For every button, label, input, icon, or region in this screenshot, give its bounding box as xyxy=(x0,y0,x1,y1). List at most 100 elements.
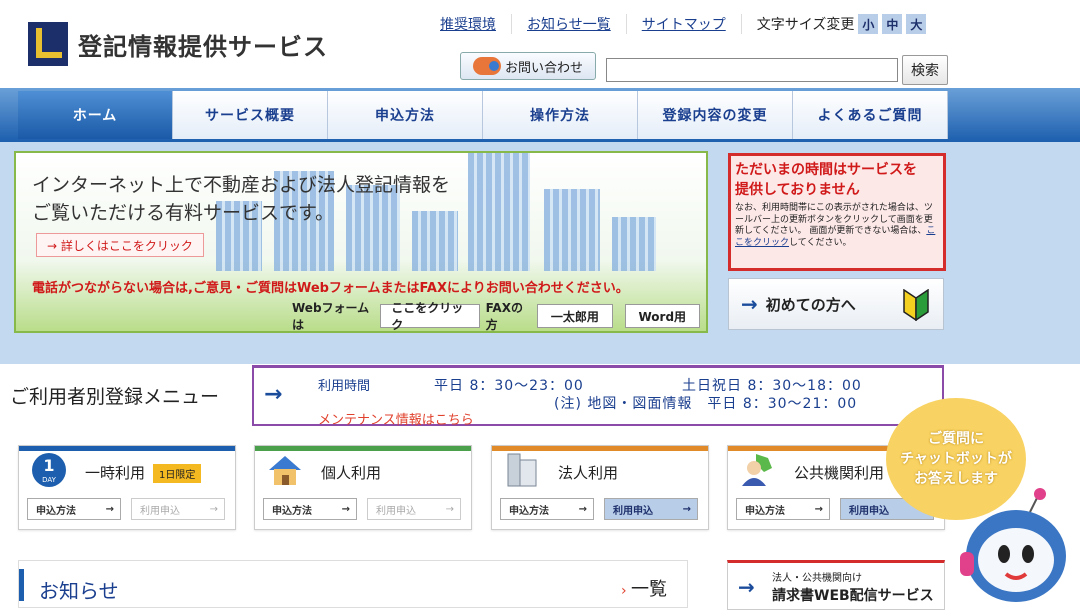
font-size-large-button[interactable]: 大 xyxy=(906,14,927,34)
card-title: 法人利用 xyxy=(558,464,619,482)
news-all-link[interactable]: 一覧 xyxy=(621,575,667,601)
service-status-alert: ただいまの時間はサービスを 提供しておりません なお、利用時間帯にこの表示がされ… xyxy=(728,153,946,271)
arrow-right-icon: → xyxy=(814,503,823,515)
hero-notice: 電話がつながらない場合は,ご意見・ご質問はWebフォームまたはFAXによりお問い… xyxy=(32,281,629,296)
fax-word-button[interactable]: Word用 xyxy=(624,304,701,328)
use-apply-label: 利用申込 xyxy=(140,505,180,517)
apply-method-label: 申込方法 xyxy=(272,505,312,517)
arrow-right-icon: → xyxy=(738,575,755,599)
hero-headline: インターネット上で不動産および法人登記情報を ご覧いただける有料サービスです。 xyxy=(32,174,451,224)
apply-method-label: 申込方法 xyxy=(509,505,549,517)
header: 登記情報提供サービス 推奨環境 お知らせ一覧 サイトマップ 文字サイズ変更 小 … xyxy=(0,0,1080,88)
service-hours-box: → 利用時間 平日 8：30～23：00 土日祝日 8：30～18：00 (注)… xyxy=(252,365,944,428)
status-note-tail: してください。 xyxy=(789,237,852,248)
font-size-switcher: 文字サイズ変更 小 中 大 xyxy=(757,14,927,34)
office-building-icon xyxy=(507,453,537,487)
arrow-right-icon: → xyxy=(209,503,218,515)
day-icon-number: 1 xyxy=(43,456,54,475)
main-nav: ホーム サービス概要 申込方法 操作方法 登録内容の変更 よくあるご質問 xyxy=(0,88,1080,142)
chatbot-robot-icon[interactable] xyxy=(960,482,1080,613)
user-card-personal: 個人利用 申込方法 → 利用申込 → xyxy=(254,445,472,530)
nav-tab-application[interactable]: 申込方法 xyxy=(328,91,483,139)
logo-mark-icon xyxy=(28,22,68,66)
hero-detail-link[interactable]: → 詳しくはここをクリック xyxy=(36,233,204,257)
building-illustration xyxy=(612,217,656,271)
arrow-right-icon: → xyxy=(682,503,691,515)
one-day-badge: 1日限定 xyxy=(153,464,202,483)
use-apply-button[interactable]: 利用申込 → xyxy=(604,498,698,520)
logo-text: 登記情報提供サービス xyxy=(78,32,328,61)
status-note: なお、利用時間帯にこの表示がされた場合は、ツールバー上の更新ボタンをクリックして… xyxy=(735,203,939,249)
card-title: 公共機関利用 xyxy=(794,464,885,482)
hero-banner: インターネット上で不動産および法人登記情報を ご覧いただける有料サービスです。 … xyxy=(14,151,708,333)
utility-links: 推奨環境 お知らせ一覧 サイトマップ 文字サイズ変更 小 中 大 xyxy=(425,14,927,34)
arrow-right-icon: → xyxy=(445,503,454,515)
news-title: お知らせ xyxy=(39,579,119,603)
apply-method-button[interactable]: 申込方法 → xyxy=(500,498,594,520)
font-size-medium-button[interactable]: 中 xyxy=(882,14,903,34)
fax-ichitaro-button[interactable]: 一太郎用 xyxy=(537,304,613,328)
webform-label: Webフォームは xyxy=(292,301,370,332)
apply-method-label: 申込方法 xyxy=(745,505,785,517)
font-size-label: 文字サイズ変更 xyxy=(756,17,855,33)
hours-holiday: 土日祝日 8：30～18：00 xyxy=(682,378,862,394)
one-day-icon: 1 DAY xyxy=(32,453,66,487)
apply-method-button[interactable]: 申込方法 → xyxy=(736,498,830,520)
nav-tab-service-overview[interactable]: サービス概要 xyxy=(173,91,328,139)
card-accent xyxy=(492,446,708,451)
day-icon-unit: DAY xyxy=(42,476,57,484)
recommended-env-link[interactable]: 推奨環境 xyxy=(425,14,512,34)
nav-tab-home[interactable]: ホーム xyxy=(18,91,173,139)
arrow-right-icon: → xyxy=(341,503,350,515)
use-apply-label: 利用申込 xyxy=(376,505,416,517)
site-logo[interactable]: 登記情報提供サービス xyxy=(28,22,328,66)
card-accent xyxy=(19,446,235,451)
news-accent-bar xyxy=(19,569,24,601)
apply-method-button[interactable]: 申込方法 → xyxy=(263,498,357,520)
arrow-right-icon: → xyxy=(105,503,114,515)
news-section: お知らせ 一覧 xyxy=(18,560,688,608)
beginner-mark-icon xyxy=(903,289,929,321)
arrow-right-icon: → xyxy=(264,382,283,407)
search-input[interactable] xyxy=(606,58,898,82)
nav-tab-registration-change[interactable]: 登録内容の変更 xyxy=(638,91,793,139)
use-apply-label: 利用申込 xyxy=(613,505,653,517)
invoice-web-service-button[interactable]: → 法人・公共機関向け 請求書WEB配信サービス xyxy=(727,560,945,610)
font-size-small-button[interactable]: 小 xyxy=(858,14,879,34)
card-title-text: 一時利用 xyxy=(85,464,146,482)
card-title: 個人利用 xyxy=(321,464,382,482)
phone-icon xyxy=(472,57,501,75)
apply-method-label: 申込方法 xyxy=(36,505,76,517)
news-list-link[interactable]: お知らせ一覧 xyxy=(512,14,627,34)
nav-tab-operation[interactable]: 操作方法 xyxy=(483,91,638,139)
contact-label: お問い合わせ xyxy=(504,60,583,76)
sitemap-link[interactable]: サイトマップ xyxy=(627,14,742,34)
first-time-label: 初めての方へ xyxy=(765,295,856,314)
hours-weekday: 平日 8：30～23：00 xyxy=(434,378,584,394)
menu-title: ご利用者別登録メニュー xyxy=(10,386,220,408)
building-illustration xyxy=(544,189,600,271)
fax-label: FAXの方 xyxy=(485,301,523,332)
invoice-sub-label: 法人・公共機関向け xyxy=(772,573,862,584)
use-apply-button[interactable]: 利用申込 → xyxy=(367,498,461,520)
maintenance-link[interactable]: メンテナンス情報はこちら xyxy=(318,409,474,428)
card-accent xyxy=(255,446,471,451)
hours-map-drawing: (注) 地図・図面情報 平日 8：30～21：00 xyxy=(554,396,858,412)
use-apply-button[interactable]: 利用申込 → xyxy=(131,498,225,520)
webform-button[interactable]: ここをクリック xyxy=(380,301,480,331)
search-button[interactable]: 検索 xyxy=(902,55,948,85)
arrow-right-icon: → xyxy=(578,503,587,515)
first-time-button[interactable]: → 初めての方へ xyxy=(728,278,944,330)
arrow-right-icon: → xyxy=(741,292,758,316)
hours-label: 利用時間 xyxy=(318,379,371,394)
apply-method-button[interactable]: 申込方法 → xyxy=(27,498,121,520)
status-title: ただいまの時間はサービスを 提供しておりません xyxy=(735,162,917,198)
hero-contact-row: Webフォームは ここをクリック FAXの方 一太郎用 Word用 xyxy=(292,299,706,332)
public-official-icon xyxy=(742,454,772,486)
card-title: 一時利用 1日限定 xyxy=(85,462,202,483)
invoice-main-label: 請求書WEB配信サービス xyxy=(772,588,934,604)
status-note-text: なお、利用時間帯にこの表示がされた場合は、ツールバー上の更新ボタンをクリックして… xyxy=(735,203,933,236)
nav-tab-faq[interactable]: よくあるご質問 xyxy=(793,91,948,139)
user-card-corporate: 法人利用 申込方法 → 利用申込 → xyxy=(491,445,709,530)
contact-button[interactable]: お問い合わせ xyxy=(460,52,596,80)
